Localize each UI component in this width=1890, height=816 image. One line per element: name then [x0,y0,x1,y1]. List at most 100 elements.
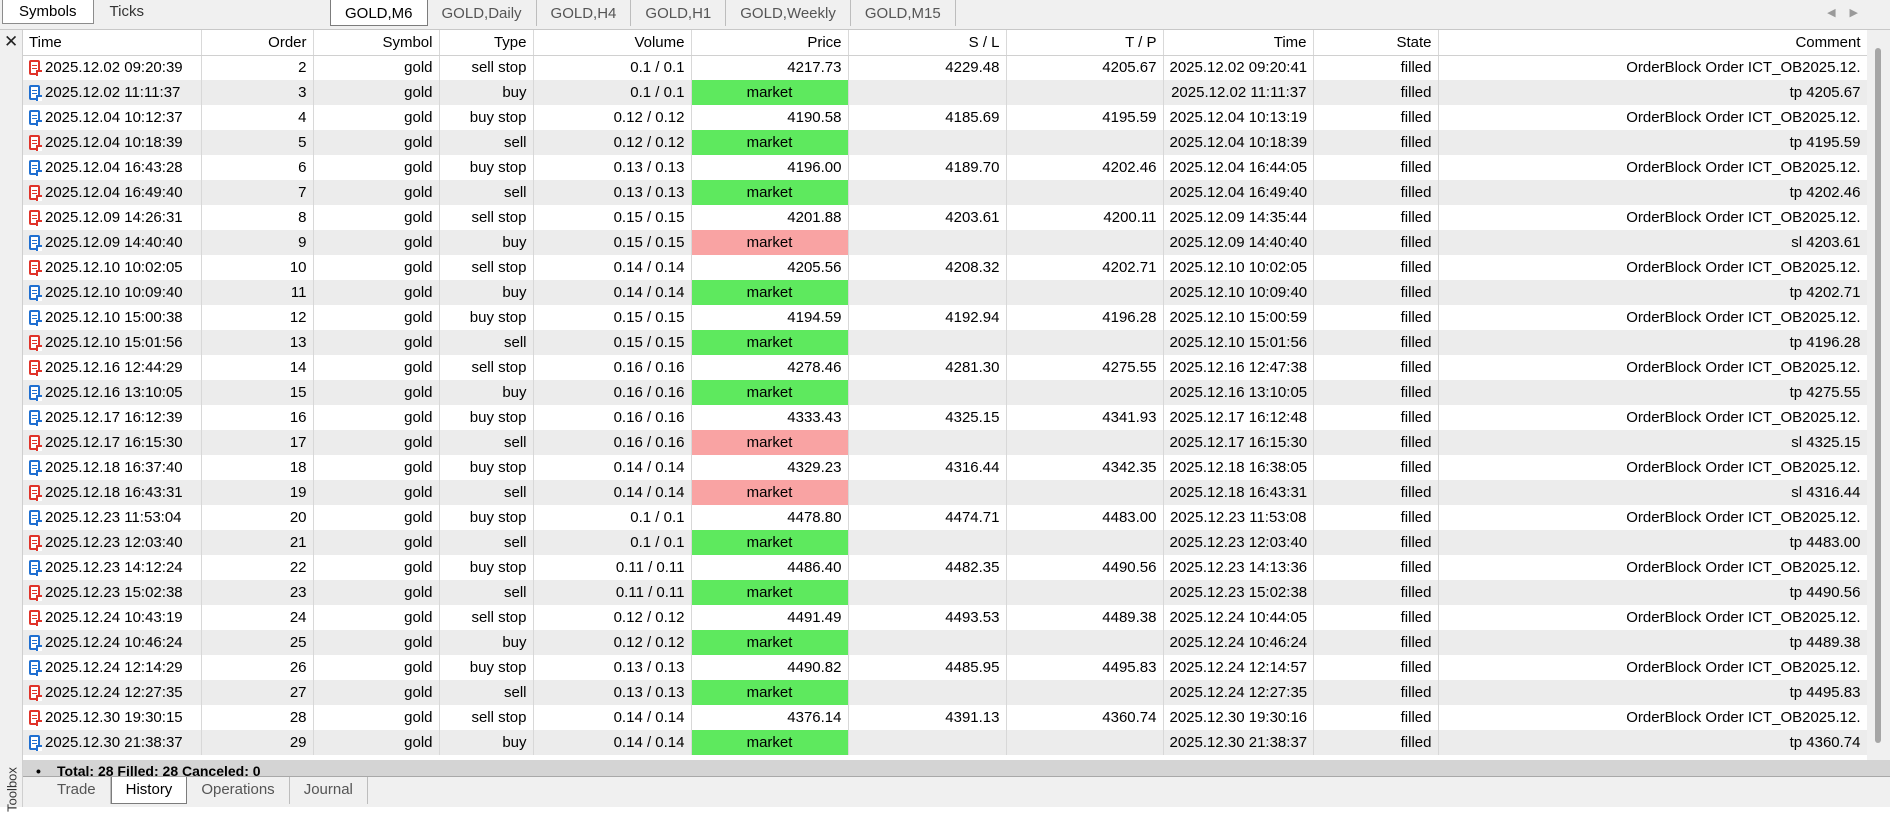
table-row[interactable]: 2025.12.24 12:27:35 27 gold sell 0.13 / 0.13… [23,680,1867,705]
scrollbar-thumb[interactable] [1875,48,1881,743]
cell-time: 2025.12.24 12:14:29 [23,655,202,680]
table-row[interactable]: 2025.12.10 10:09:40 11 gold buy 0.14 / 0.14 m… [23,280,1867,305]
table-row[interactable]: 2025.12.30 21:38:37 29 gold buy 0.14 / 0.14 m… [23,730,1867,755]
cell-tp: 4490.56 [1006,555,1164,580]
cell-type: buy stop [439,155,534,180]
cell-type: sell [439,330,534,355]
table-row[interactable]: 2025.12.04 16:43:28 6 gold buy stop 0.13 / 0… [23,155,1867,180]
cell-time-text: 2025.12.23 15:02:38 [45,584,183,601]
table-row[interactable]: 2025.12.04 10:18:39 5 gold sell 0.12 / 0.12 m… [23,130,1867,155]
col-header-state[interactable]: State [1313,30,1439,56]
sell-order-icon [29,360,42,376]
col-header-time[interactable]: Time [23,30,202,56]
tab-ticks[interactable]: Ticks [94,0,160,24]
table-row[interactable]: 2025.12.30 19:30:15 28 gold sell stop 0.14 /… [23,705,1867,730]
cell-state: filled [1313,330,1439,355]
cell-sl [848,480,1007,505]
table-row[interactable]: 2025.12.10 10:02:05 10 gold sell stop 0.14 /… [23,255,1867,280]
table-row[interactable]: 2025.12.10 15:00:38 12 gold buy stop 0.15 / … [23,305,1867,330]
table-row[interactable]: 2025.12.23 12:03:40 21 gold sell 0.1 / 0.1 ma… [23,530,1867,555]
col-header-price[interactable]: Price [691,30,849,56]
cell-sl [848,580,1007,605]
chart-tab-gold-daily[interactable]: GOLD,Daily [428,0,537,26]
close-icon[interactable]: ✕ [4,33,18,50]
cell-sl [848,80,1007,105]
table-row[interactable]: 2025.12.24 10:43:19 24 gold sell stop 0.12 /… [23,605,1867,630]
cell-state: filled [1313,180,1439,205]
cell-tp: 4200.11 [1006,205,1164,230]
table-row[interactable]: 2025.12.16 12:44:29 14 gold sell stop 0.16 /… [23,355,1867,380]
cell-type: buy stop [439,555,534,580]
tab-history[interactable]: History [110,777,188,804]
cell-time: 2025.12.10 15:01:56 [23,330,202,355]
sell-order-icon [29,435,42,451]
cell-time: 2025.12.24 10:43:19 [23,605,202,630]
table-row[interactable]: 2025.12.02 09:20:39 2 gold sell stop 0.1 / 0… [23,55,1867,80]
cell-order: 28 [201,705,314,730]
cell-volume: 0.11 / 0.11 [533,580,692,605]
col-header-comment[interactable]: Comment [1438,30,1867,56]
tab-trade[interactable]: Trade [43,777,111,804]
col-header-symbol[interactable]: Symbol [313,30,440,56]
cell-type: sell [439,130,534,155]
tab-operations[interactable]: Operations [187,777,290,804]
table-row[interactable]: 2025.12.23 11:53:04 20 gold buy stop 0.1 / 0… [23,505,1867,530]
cell-time: 2025.12.16 13:10:05 [23,380,202,405]
cell-symbol: gold [313,730,440,755]
cell-symbol: gold [313,480,440,505]
col-header-tp[interactable]: T / P [1006,30,1164,56]
chart-tab-gold-m6[interactable]: GOLD,M6 [330,0,428,26]
chart-tab-gold-m15[interactable]: GOLD,M15 [851,0,956,26]
cell-symbol: gold [313,680,440,705]
cell-time-done: 2025.12.23 15:02:38 [1163,580,1314,605]
table-row[interactable]: 2025.12.17 16:12:39 16 gold buy stop 0.16 / … [23,405,1867,430]
table-row[interactable]: 2025.12.09 14:40:40 9 gold buy 0.15 / 0.15 ma… [23,230,1867,255]
table-row[interactable]: 2025.12.16 13:10:05 15 gold buy 0.16 / 0.16 m… [23,380,1867,405]
col-header-time-done[interactable]: Time [1163,30,1314,56]
cell-tp: 4483.00 [1006,505,1164,530]
cell-time-done: 2025.12.02 11:11:37 [1163,80,1314,105]
cell-time: 2025.12.24 12:27:35 [23,680,202,705]
chart-tab-gold-h1[interactable]: GOLD,H1 [631,0,727,26]
vertical-scrollbar[interactable] [1867,30,1890,760]
cell-volume: 0.1 / 0.1 [533,530,692,555]
cell-tp [1006,430,1164,455]
table-row[interactable]: 2025.12.23 15:02:38 23 gold sell 0.11 / 0.11… [23,580,1867,605]
tab-symbols[interactable]: Symbols [2,0,94,24]
table-row[interactable]: 2025.12.18 16:43:31 19 gold sell 0.14 / 0.14… [23,480,1867,505]
col-header-order[interactable]: Order [201,30,314,56]
table-row[interactable]: 2025.12.24 12:14:29 26 gold buy stop 0.13 / … [23,655,1867,680]
tab-scroll-arrows[interactable]: ◀▶ [1827,6,1872,19]
tab-scroll-right-icon[interactable]: ▶ [1850,7,1872,19]
table-row[interactable]: 2025.12.18 16:37:40 18 gold buy stop 0.14 / … [23,455,1867,480]
chart-tab-gold-weekly[interactable]: GOLD,Weekly [726,0,851,26]
table-row[interactable]: 2025.12.04 16:49:40 7 gold sell 0.13 / 0.13 m… [23,180,1867,205]
tab-journal[interactable]: Journal [290,777,368,804]
cell-time: 2025.12.04 16:49:40 [23,180,202,205]
table-row[interactable]: 2025.12.24 10:46:24 25 gold buy 0.12 / 0.12 m… [23,630,1867,655]
cell-time-text: 2025.12.09 14:40:40 [45,234,183,251]
col-header-sl[interactable]: S / L [848,30,1007,56]
cell-tp: 4202.46 [1006,155,1164,180]
col-header-volume[interactable]: Volume [533,30,692,56]
cell-state: filled [1313,155,1439,180]
table-row[interactable]: 2025.12.17 16:15:30 17 gold sell 0.16 / 0.16… [23,430,1867,455]
cell-time-done: 2025.12.23 11:53:08 [1163,505,1314,530]
cell-time-done: 2025.12.30 21:38:37 [1163,730,1314,755]
col-header-type[interactable]: Type [439,30,534,56]
buy-order-icon [29,735,42,751]
cell-type: buy [439,280,534,305]
table-row[interactable]: 2025.12.09 14:26:31 8 gold sell stop 0.15 / … [23,205,1867,230]
table-row[interactable]: 2025.12.23 14:12:24 22 gold buy stop 0.11 / … [23,555,1867,580]
cell-order: 22 [201,555,314,580]
buy-order-icon [29,460,42,476]
chart-tab-gold-h4[interactable]: GOLD,H4 [537,0,632,26]
cell-order: 4 [201,105,314,130]
tab-scroll-left-icon[interactable]: ◀ [1827,7,1849,19]
table-row[interactable]: 2025.12.02 11:11:37 3 gold buy 0.1 / 0.1 mark… [23,80,1867,105]
table-row[interactable]: 2025.12.04 10:12:37 4 gold buy stop 0.12 / 0… [23,105,1867,130]
cell-time: 2025.12.09 14:26:31 [23,205,202,230]
cell-time-done: 2025.12.10 15:00:59 [1163,305,1314,330]
cell-order: 20 [201,505,314,530]
table-row[interactable]: 2025.12.10 15:01:56 13 gold sell 0.15 / 0.15… [23,330,1867,355]
